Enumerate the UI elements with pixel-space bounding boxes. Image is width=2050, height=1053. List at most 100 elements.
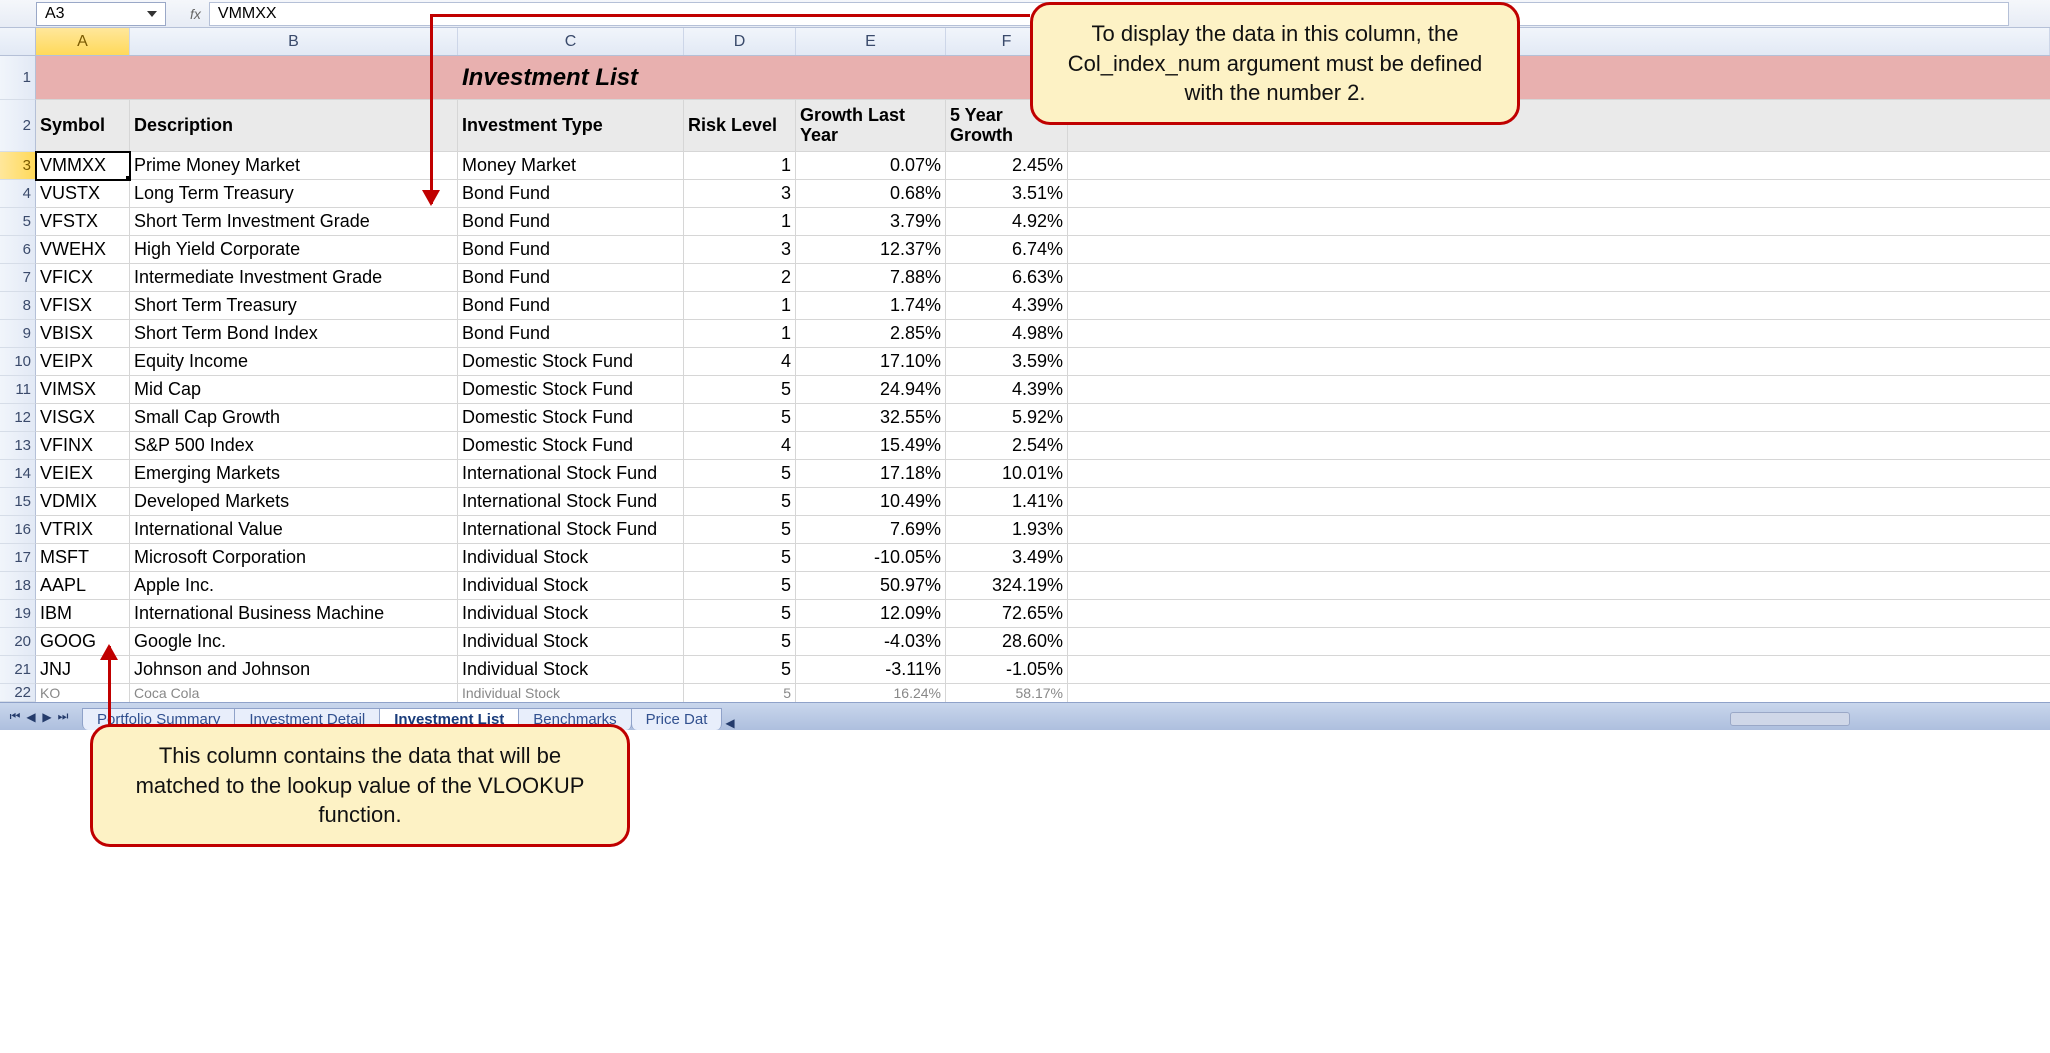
cell[interactable]: VBISX [36,320,130,348]
row-number[interactable]: 5 [0,208,36,236]
header-description[interactable]: Description [130,100,458,152]
sheet-tab[interactable]: Price Dat [631,708,723,730]
cell[interactable]: 1 [684,152,796,180]
cell[interactable]: Apple Inc. [130,572,458,600]
cell[interactable]: KO [36,684,130,702]
cell[interactable] [36,56,130,100]
cell[interactable]: 4.39% [946,376,1068,404]
cell[interactable]: Individual Stock [458,600,684,628]
cell[interactable]: Domestic Stock Fund [458,376,684,404]
cell[interactable]: VFISX [36,292,130,320]
row-number[interactable]: 7 [0,264,36,292]
cell[interactable]: 5 [684,684,796,702]
row-number[interactable]: 10 [0,348,36,376]
title-cell[interactable]: Investment List [458,56,684,100]
cell[interactable]: 5 [684,572,796,600]
cell[interactable]: International Stock Fund [458,488,684,516]
cell[interactable]: Bond Fund [458,320,684,348]
cell[interactable]: 3.49% [946,544,1068,572]
col-header-c[interactable]: C [458,28,684,55]
cell[interactable]: 6.74% [946,236,1068,264]
cell[interactable]: 28.60% [946,628,1068,656]
select-all-cell[interactable] [0,28,36,55]
cell[interactable]: VEIPX [36,348,130,376]
cell[interactable]: 3.51% [946,180,1068,208]
cell[interactable]: Individual Stock [458,656,684,684]
cell[interactable]: Bond Fund [458,292,684,320]
cell[interactable]: Bond Fund [458,236,684,264]
cell[interactable]: 24.94% [796,376,946,404]
cell[interactable]: 5 [684,488,796,516]
col-header-d[interactable]: D [684,28,796,55]
cell[interactable]: Developed Markets [130,488,458,516]
cell[interactable]: JNJ [36,656,130,684]
cell[interactable]: Bond Fund [458,208,684,236]
row-number[interactable]: 18 [0,572,36,600]
cell[interactable]: 4 [684,348,796,376]
cell[interactable]: Emerging Markets [130,460,458,488]
tab-scroll-right-icon[interactable]: ◀ [725,716,734,730]
cell[interactable]: 4.39% [946,292,1068,320]
cell[interactable]: 5 [684,404,796,432]
cell[interactable]: VWEHX [36,236,130,264]
cell[interactable]: 15.49% [796,432,946,460]
cell[interactable]: Long Term Treasury [130,180,458,208]
cell[interactable]: Google Inc. [130,628,458,656]
cell[interactable]: 72.65% [946,600,1068,628]
cell[interactable]: 6.63% [946,264,1068,292]
cell[interactable]: 0.68% [796,180,946,208]
cell[interactable]: Money Market [458,152,684,180]
cell[interactable]: VUSTX [36,180,130,208]
cell[interactable]: VIMSX [36,376,130,404]
cell[interactable]: 3.79% [796,208,946,236]
cell[interactable]: International Stock Fund [458,460,684,488]
sheet-nav-last-icon[interactable]: ⏭ [56,709,70,725]
cell[interactable]: Individual Stock [458,684,684,702]
cell[interactable]: Domestic Stock Fund [458,404,684,432]
fx-icon[interactable]: fx [190,6,201,22]
cell[interactable]: Prime Money Market [130,152,458,180]
row-number[interactable]: 14 [0,460,36,488]
cell[interactable] [684,56,796,100]
cell[interactable]: 12.09% [796,600,946,628]
cell[interactable]: 16.24% [796,684,946,702]
cell[interactable]: -10.05% [796,544,946,572]
cell[interactable]: 17.10% [796,348,946,376]
cell[interactable]: Bond Fund [458,180,684,208]
sheet-nav-prev-icon[interactable]: ◀ [24,709,38,725]
name-box[interactable]: A3 [36,2,166,26]
cell[interactable] [796,56,946,100]
row-number[interactable]: 15 [0,488,36,516]
row-number[interactable]: 1 [0,56,36,100]
cell[interactable]: VMMXX [36,152,130,180]
row-number[interactable]: 11 [0,376,36,404]
row-number[interactable]: 3 [0,152,36,180]
cell[interactable]: 3 [684,180,796,208]
cell[interactable]: VTRIX [36,516,130,544]
row-number[interactable]: 21 [0,656,36,684]
cell[interactable]: VFINX [36,432,130,460]
cell[interactable]: Short Term Bond Index [130,320,458,348]
cell[interactable]: Coca Cola [130,684,458,702]
cell[interactable]: Small Cap Growth [130,404,458,432]
cell[interactable]: Intermediate Investment Grade [130,264,458,292]
cell[interactable]: 4.92% [946,208,1068,236]
cell[interactable]: 5 [684,376,796,404]
cell[interactable]: 1.93% [946,516,1068,544]
cell[interactable]: International Stock Fund [458,516,684,544]
cell[interactable]: MSFT [36,544,130,572]
col-header-e[interactable]: E [796,28,946,55]
cell[interactable]: 50.97% [796,572,946,600]
cell[interactable]: Equity Income [130,348,458,376]
row-number[interactable]: 2 [0,100,36,152]
cell[interactable]: VEIEX [36,460,130,488]
header-symbol[interactable]: Symbol [36,100,130,152]
row-number[interactable]: 19 [0,600,36,628]
cell[interactable]: 58.17% [946,684,1068,702]
cell[interactable]: VFICX [36,264,130,292]
header-risk[interactable]: Risk Level [684,100,796,152]
cell[interactable]: 4 [684,432,796,460]
cell[interactable]: 1 [684,208,796,236]
cell[interactable]: Individual Stock [458,628,684,656]
cell[interactable]: 2 [684,264,796,292]
